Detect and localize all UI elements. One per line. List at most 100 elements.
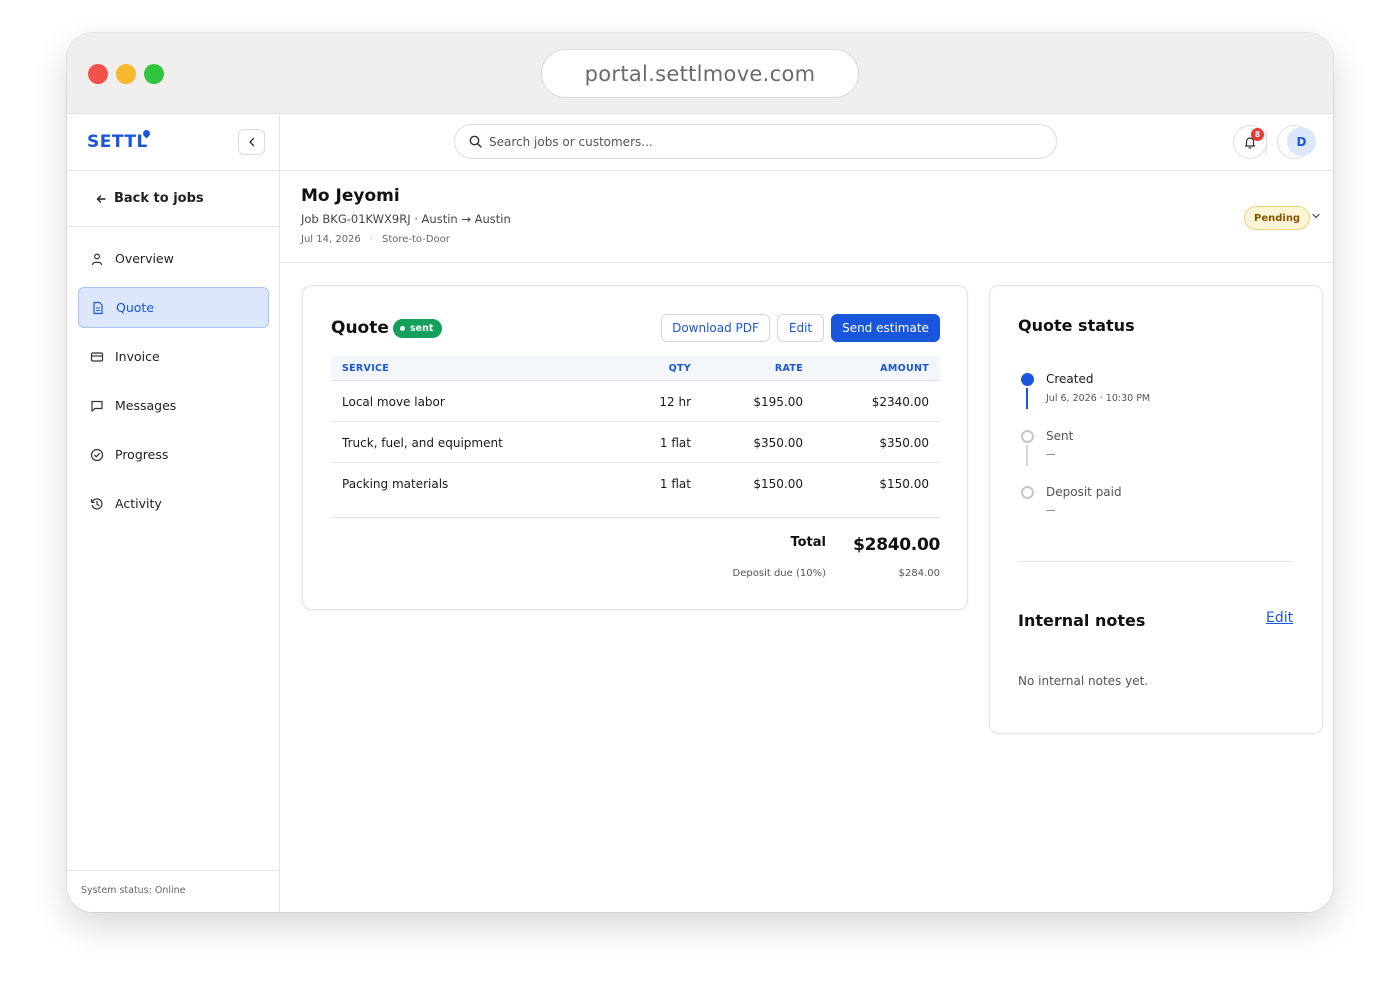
sidebar-item-messages[interactable]: Messages <box>78 385 269 426</box>
sidebar-item-label: Progress <box>115 447 169 462</box>
timeline-dot-deposit <box>1021 486 1034 499</box>
row-service: Packing materials <box>342 477 449 491</box>
sidebar: SETTL Back to jobs Overview Quote Invoic… <box>67 114 280 912</box>
row-rate: $150.00 <box>753 477 803 491</box>
timeline-label-sent: Sent <box>1046 429 1074 443</box>
timeline-dot-sent <box>1021 430 1034 443</box>
quote-status-card: Quote status Created Jul 6, 2026 · 10:30… <box>989 285 1323 734</box>
sidebar-item-progress[interactable]: Progress <box>78 434 269 475</box>
meta-separator: · <box>369 234 373 245</box>
quote-status-title: Quote status <box>1018 316 1135 335</box>
sidebar-divider <box>67 870 279 871</box>
row-service: Truck, fuel, and equipment <box>342 436 503 450</box>
browser-window: portal.settlmove.com SETTL Back to jobs … <box>67 33 1333 912</box>
row-amount: $2340.00 <box>871 395 929 409</box>
back-to-jobs-label: Back to jobs <box>114 191 204 206</box>
sidebar-divider <box>67 170 279 171</box>
download-pdf-button[interactable]: Download PDF <box>661 314 770 342</box>
search-icon <box>469 135 482 148</box>
minimize-window-button[interactable] <box>116 64 136 84</box>
timeline-label-created: Created <box>1046 372 1094 386</box>
job-status-dropdown[interactable]: Pending <box>1244 206 1311 230</box>
notes-empty-state: No internal notes yet. <box>1018 674 1149 688</box>
send-estimate-button[interactable]: Send estimate <box>831 314 940 342</box>
check-circle-icon <box>90 448 104 461</box>
column-header-qty: QTY <box>668 363 691 374</box>
table-row: Packing materials 1 flat $150.00 $150.00 <box>331 463 940 504</box>
user-icon <box>91 252 103 265</box>
brand-logo[interactable]: SETTL <box>87 132 148 152</box>
row-qty: 1 flat <box>659 477 691 491</box>
card-divider <box>1018 561 1293 562</box>
row-amount: $150.00 <box>879 477 929 491</box>
timeline-sub-sent: — <box>1046 449 1056 460</box>
sidebar-item-label: Quote <box>116 300 155 315</box>
row-rate: $350.00 <box>753 436 803 450</box>
job-route: Job BKG-01KWX9RJ · Austin → Austin <box>301 212 511 226</box>
row-qty: 1 flat <box>659 436 691 450</box>
column-header-amount: AMOUNT <box>880 363 929 374</box>
status-dot-icon <box>400 326 405 331</box>
history-icon <box>91 497 103 509</box>
sidebar-divider <box>67 226 279 227</box>
row-amount: $350.00 <box>879 436 929 450</box>
address-bar[interactable]: portal.settlmove.com <box>541 49 859 98</box>
quote-status-chip: sent <box>393 319 443 338</box>
row-rate: $195.00 <box>753 395 803 409</box>
table-row: Truck, fuel, and equipment 1 flat $350.0… <box>331 422 940 463</box>
total-label: Total <box>790 535 826 550</box>
timeline-sub-created: Jul 6, 2026 · 10:30 PM <box>1046 393 1151 404</box>
timeline-connector <box>1026 388 1028 409</box>
row-qty: 12 hr <box>659 395 691 409</box>
table-row: Local move labor 12 hr $195.00 $2340.00 <box>331 381 940 422</box>
sidebar-item-label: Messages <box>115 398 177 413</box>
arrow-left-icon <box>96 194 106 203</box>
document-icon <box>93 301 103 314</box>
quote-card: Quote sent Download PDF Edit Send estima… <box>302 285 968 610</box>
quote-title: Quote <box>331 318 389 338</box>
edit-quote-button[interactable]: Edit <box>777 314 824 342</box>
sidebar-item-label: Activity <box>115 496 162 511</box>
quote-status-label: sent <box>410 323 434 334</box>
edit-notes-link[interactable]: Edit <box>1266 610 1293 626</box>
notification-count-badge: 8 <box>1251 128 1264 141</box>
chevron-left-icon <box>248 137 254 147</box>
timeline-connector <box>1026 445 1028 466</box>
total-value: $2840.00 <box>853 535 940 555</box>
app-root: SETTL Back to jobs Overview Quote Invoic… <box>67 114 1333 912</box>
job-meta: Jul 14, 2026 · Store-to-Door <box>301 234 450 245</box>
collapse-sidebar-button[interactable] <box>238 129 265 155</box>
sidebar-item-quote[interactable]: Quote <box>78 287 269 328</box>
top-bar: 8 D <box>280 114 1333 171</box>
customer-name: Mo Jeyomi <box>301 186 400 206</box>
notifications-button[interactable]: 8 <box>1233 125 1267 159</box>
chat-icon <box>91 400 103 412</box>
column-header-rate: RATE <box>774 363 803 374</box>
sidebar-item-activity[interactable]: Activity <box>78 483 269 524</box>
search-box[interactable] <box>454 124 1057 159</box>
timeline-label-deposit: Deposit paid <box>1046 485 1122 499</box>
user-avatar[interactable]: D <box>1287 127 1316 156</box>
sidebar-item-label: Overview <box>115 251 174 266</box>
system-status: System status: Online <box>81 885 186 896</box>
service-type: Store-to-Door <box>381 234 450 245</box>
maximize-window-button[interactable] <box>144 64 164 84</box>
quote-table-header: SERVICE QTY RATE AMOUNT <box>331 355 940 381</box>
internal-notes-title: Internal notes <box>1018 611 1146 630</box>
back-to-jobs-link[interactable]: Back to jobs <box>95 191 204 206</box>
sidebar-item-invoice[interactable]: Invoice <box>78 336 269 377</box>
chevron-down-icon[interactable] <box>1311 211 1321 221</box>
browser-titlebar: portal.settlmove.com <box>67 33 1333 114</box>
deposit-value: $284.00 <box>898 568 940 579</box>
sidebar-item-label: Invoice <box>115 349 160 364</box>
search-input[interactable] <box>489 134 1009 149</box>
header-divider <box>1266 131 1267 154</box>
job-header: Mo Jeyomi Job BKG-01KWX9RJ · Austin → Au… <box>280 171 1333 263</box>
card-icon <box>90 351 104 362</box>
timeline-sub-deposit: — <box>1046 505 1056 516</box>
row-service: Local move labor <box>342 395 445 409</box>
close-window-button[interactable] <box>88 64 108 84</box>
totals-divider <box>331 517 940 518</box>
sidebar-item-overview[interactable]: Overview <box>78 238 269 279</box>
job-date: Jul 14, 2026 <box>301 234 361 245</box>
